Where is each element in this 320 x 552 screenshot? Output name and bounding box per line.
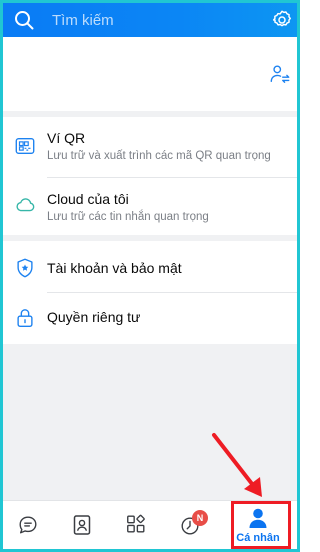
profile-header-area xyxy=(3,37,297,111)
privacy-item[interactable]: Quyền riêng tư xyxy=(3,293,297,344)
chat-icon xyxy=(19,516,37,534)
qr-wallet-item[interactable]: Ví QR Lưu trữ và xuất trình các mã QR qu… xyxy=(3,117,297,177)
account-security-title: Tài khoản và bảo mật xyxy=(47,260,182,276)
qr-wallet-icon xyxy=(15,137,35,155)
my-cloud-title: Cloud của tôi xyxy=(47,191,129,207)
search-header: Tìm kiếm xyxy=(3,3,297,37)
account-section: Tài khoản và bảo mật Quyền riêng tư xyxy=(3,241,297,344)
nav-discover[interactable] xyxy=(113,501,165,549)
search-icon[interactable] xyxy=(14,10,34,30)
notification-badge: N xyxy=(192,510,208,526)
account-security-item[interactable]: Tài khoản và bảo mật xyxy=(3,241,297,292)
storage-section: Ví QR Lưu trữ và xuất trình các mã QR qu… xyxy=(3,117,297,235)
contacts-icon xyxy=(73,515,91,535)
annotation-arrow-icon xyxy=(212,433,262,497)
my-cloud-subtitle: Lưu trữ các tin nhắn quan trọng xyxy=(47,211,209,223)
cloud-icon xyxy=(16,198,35,212)
lock-icon xyxy=(17,309,33,327)
discover-icon xyxy=(127,514,145,533)
qr-wallet-title: Ví QR xyxy=(47,130,86,146)
my-cloud-item[interactable]: Cloud của tôi Lưu trữ các tin nhắn quan … xyxy=(3,178,297,235)
privacy-title: Quyền riêng tư xyxy=(47,309,141,325)
shield-icon xyxy=(17,258,33,278)
app-frame: Tìm kiếm Ví QR Lưu trữ và xuất trình các… xyxy=(0,0,300,552)
nav-timeline[interactable]: N xyxy=(168,501,223,549)
switch-account-icon[interactable] xyxy=(269,63,291,85)
settings-icon[interactable] xyxy=(271,9,293,31)
nav-contacts[interactable] xyxy=(58,501,110,549)
highlight-box xyxy=(231,501,291,549)
nav-messages[interactable] xyxy=(3,501,55,549)
qr-wallet-subtitle: Lưu trữ và xuất trình các mã QR quan trọ… xyxy=(47,150,271,162)
search-input[interactable]: Tìm kiếm xyxy=(52,12,114,29)
